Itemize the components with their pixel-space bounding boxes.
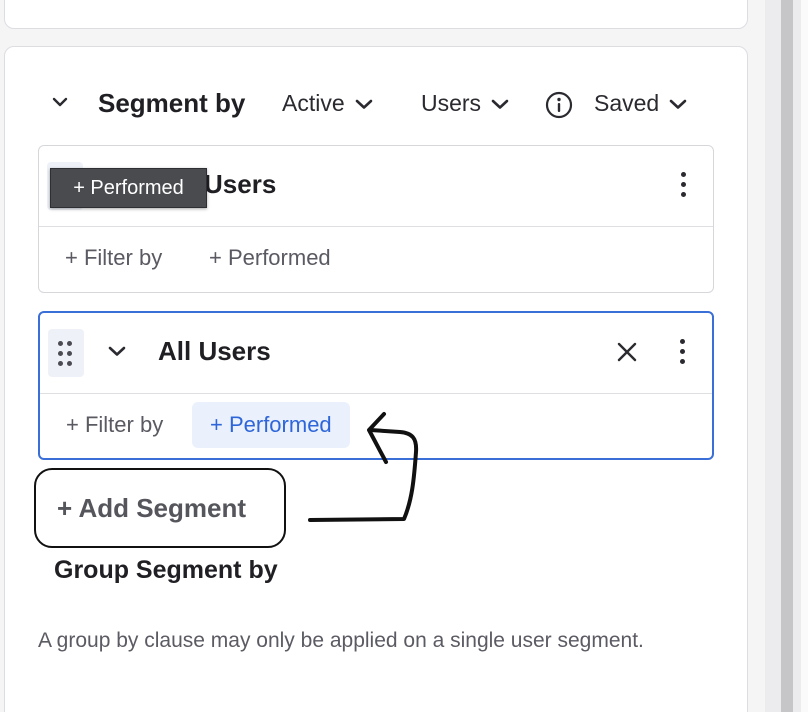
- filter-by-button[interactable]: + Filter by: [65, 245, 162, 271]
- chevron-down-icon: [669, 99, 687, 109]
- saved-dropdown[interactable]: Saved: [594, 90, 687, 117]
- scrollbar-track[interactable]: [765, 0, 808, 712]
- segment-collapse-chevron-down-icon[interactable]: [108, 345, 126, 357]
- active-dropdown-label: Active: [282, 90, 345, 116]
- kebab-menu-icon[interactable]: [680, 339, 686, 365]
- segment-name: All Users: [158, 336, 271, 366]
- users-dropdown[interactable]: Users: [421, 90, 509, 117]
- chevron-down-icon: [491, 99, 509, 109]
- group-segment-by-title: Group Segment by: [54, 556, 278, 584]
- filter-by-button[interactable]: + Filter by: [66, 412, 163, 438]
- active-dropdown[interactable]: Active: [282, 90, 373, 117]
- performed-button[interactable]: + Performed: [191, 235, 349, 281]
- hand-drawn-arrow: [308, 412, 419, 522]
- performed-tooltip: + Performed: [50, 168, 207, 208]
- segment-card-header: All Users: [40, 313, 712, 394]
- previous-panel-card: [4, 0, 748, 29]
- chevron-down-icon: [355, 99, 372, 109]
- close-icon[interactable]: [616, 341, 638, 368]
- segment-by-title: Segment by: [98, 88, 246, 118]
- group-by-note: A group by clause may only be applied on…: [38, 629, 644, 652]
- segment-card-actions: + Filter by + Performed: [39, 227, 713, 293]
- info-icon[interactable]: [545, 91, 573, 124]
- saved-dropdown-label: Saved: [594, 90, 660, 116]
- collapse-chevron-down-icon[interactable]: [52, 96, 68, 108]
- kebab-menu-icon[interactable]: [681, 172, 687, 198]
- segment-name: Users: [204, 169, 277, 199]
- drag-handle-icon[interactable]: [48, 329, 84, 377]
- segment-header: Segment by Active Users Saved: [40, 84, 720, 124]
- scrollbar-edge: [801, 0, 808, 712]
- add-segment-button[interactable]: + Add Segment: [34, 468, 286, 548]
- users-dropdown-label: Users: [421, 90, 482, 116]
- scrollbar-thumb[interactable]: [781, 0, 793, 712]
